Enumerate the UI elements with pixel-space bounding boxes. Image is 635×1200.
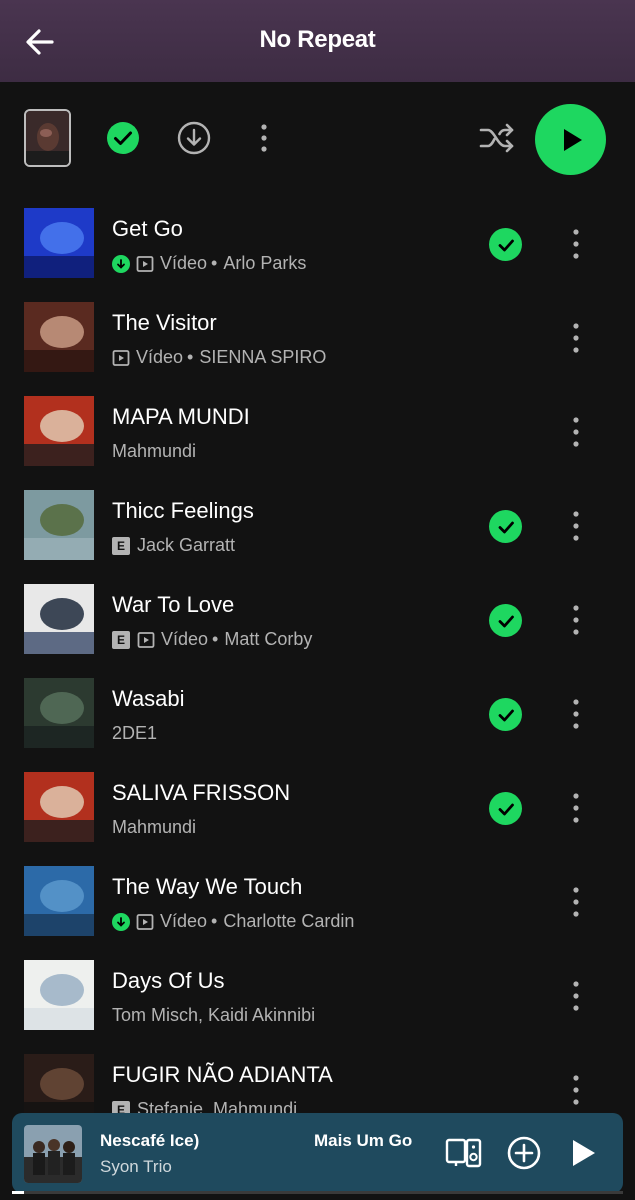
track-artist: 2DE1 xyxy=(112,723,158,743)
add-icon[interactable] xyxy=(506,1135,542,1176)
next-title-marquee: Mais Um Go xyxy=(314,1131,413,1150)
track-title: Thicc Feelings xyxy=(112,498,254,523)
track-more-icon[interactable] xyxy=(566,978,586,1014)
downloaded-icon xyxy=(112,912,130,931)
separator-dot: • xyxy=(212,629,219,649)
track-row[interactable]: Thicc Feelings E Jack Garratt xyxy=(0,480,635,574)
track-title: FUGIR NÃO ADIANTA xyxy=(112,1062,333,1087)
track-row[interactable]: Days Of Us Tom Misch, Kaidi Akinnibi xyxy=(0,950,635,1044)
track-meta: Vídeo • Arlo Parks xyxy=(112,253,306,274)
play-button[interactable] xyxy=(535,104,606,175)
track-more-icon[interactable] xyxy=(566,1072,586,1108)
track-row[interactable]: SALIVA FRISSON Mahmundi xyxy=(0,762,635,856)
video-label: Vídeo xyxy=(136,347,184,367)
explicit-icon: E xyxy=(112,536,130,555)
track-more-icon[interactable] xyxy=(566,508,586,544)
track-artist: Jack Garratt xyxy=(137,535,236,555)
track-art xyxy=(24,866,94,936)
downloaded-icon xyxy=(112,254,130,273)
playback-progress[interactable] xyxy=(12,1191,623,1194)
track-title: War To Love xyxy=(112,592,235,617)
track-art xyxy=(24,302,94,372)
liked-check-icon[interactable] xyxy=(489,604,522,637)
track-more-icon[interactable] xyxy=(566,790,586,826)
playlist-cover[interactable] xyxy=(24,109,71,167)
track-meta: Mahmundi xyxy=(112,817,196,838)
video-icon xyxy=(137,631,155,649)
track-art xyxy=(24,208,94,278)
more-options-icon[interactable] xyxy=(254,122,274,159)
track-artist: Mahmundi xyxy=(112,441,197,461)
track-more-icon[interactable] xyxy=(566,602,586,638)
explicit-icon: E xyxy=(112,630,130,649)
track-more-icon[interactable] xyxy=(566,226,586,262)
track-title: SALIVA FRISSON xyxy=(112,780,291,805)
video-label: Vídeo xyxy=(160,253,208,273)
track-artist: Mahmundi xyxy=(112,817,197,837)
track-artist: Matt Corby xyxy=(224,629,313,649)
video-icon xyxy=(136,255,154,273)
separator-dot: • xyxy=(211,253,218,273)
track-art xyxy=(24,678,94,748)
track-title: MAPA MUNDI xyxy=(112,404,250,429)
now-playing-art xyxy=(24,1125,82,1183)
track-more-icon[interactable] xyxy=(566,414,586,450)
mini-player[interactable]: Nescafé Ice) Mais Um Go Syon Trio xyxy=(12,1113,623,1193)
track-art xyxy=(24,584,94,654)
track-meta: E Vídeo • Matt Corby xyxy=(112,629,312,650)
track-row[interactable]: War To Love E Vídeo • Matt Corby xyxy=(0,574,635,668)
downloaded-check-icon[interactable] xyxy=(106,121,140,160)
track-title: Days Of Us xyxy=(112,968,225,993)
track-row[interactable]: The Visitor Vídeo • SIENNA SPIRO xyxy=(0,292,635,386)
track-artist: Charlotte Cardin xyxy=(223,911,355,931)
track-title: The Visitor xyxy=(112,310,217,335)
liked-check-icon[interactable] xyxy=(489,698,522,731)
play-icon xyxy=(563,128,582,151)
track-row[interactable]: The Way We Touch Vídeo • Charlotte Cardin xyxy=(0,856,635,950)
track-art xyxy=(24,490,94,560)
track-more-icon[interactable] xyxy=(566,884,586,920)
track-art xyxy=(24,960,94,1030)
track-artist: Arlo Parks xyxy=(223,253,307,273)
track-more-icon[interactable] xyxy=(566,696,586,732)
track-meta: Tom Misch, Kaidi Akinnibi xyxy=(112,1005,315,1026)
track-meta: Vídeo • SIENNA SPIRO xyxy=(112,347,326,368)
video-icon xyxy=(136,913,154,931)
track-meta: Vídeo • Charlotte Cardin xyxy=(112,911,354,932)
liked-check-icon[interactable] xyxy=(489,792,522,825)
track-title: Get Go xyxy=(112,216,183,241)
progress-fill xyxy=(12,1191,25,1194)
track-row[interactable]: MAPA MUNDI Mahmundi xyxy=(0,386,635,480)
top-bar: No Repeat xyxy=(0,0,635,82)
now-playing-artist: Syon Trio xyxy=(100,1157,172,1176)
track-art xyxy=(24,396,94,466)
now-playing-title: Nescafé Ice) xyxy=(100,1131,200,1150)
track-art xyxy=(24,772,94,842)
track-meta: Mahmundi xyxy=(112,441,196,462)
download-icon[interactable] xyxy=(177,121,211,160)
separator-dot: • xyxy=(211,911,218,931)
video-label: Vídeo xyxy=(161,629,209,649)
liked-check-icon[interactable] xyxy=(489,510,522,543)
track-title: The Way We Touch xyxy=(112,874,303,899)
track-meta: 2DE1 xyxy=(112,723,157,744)
track-artist: SIENNA SPIRO xyxy=(199,347,327,367)
devices-icon[interactable] xyxy=(445,1135,483,1176)
track-title: Wasabi xyxy=(112,686,185,711)
playlist-actions xyxy=(0,100,635,178)
track-meta: E Jack Garratt xyxy=(112,535,235,556)
track-row[interactable]: Get Go Vídeo • Arlo Parks xyxy=(0,198,635,292)
track-artist: Tom Misch, Kaidi Akinnibi xyxy=(112,1005,316,1025)
liked-check-icon[interactable] xyxy=(489,228,522,261)
track-more-icon[interactable] xyxy=(566,320,586,356)
video-label: Vídeo xyxy=(160,911,208,931)
page-title: No Repeat xyxy=(259,26,376,53)
track-row[interactable]: Wasabi 2DE1 xyxy=(0,668,635,762)
separator-dot: • xyxy=(187,347,194,367)
mini-play-icon[interactable] xyxy=(568,1137,598,1174)
shuffle-icon[interactable] xyxy=(478,120,516,161)
video-icon xyxy=(112,349,130,367)
